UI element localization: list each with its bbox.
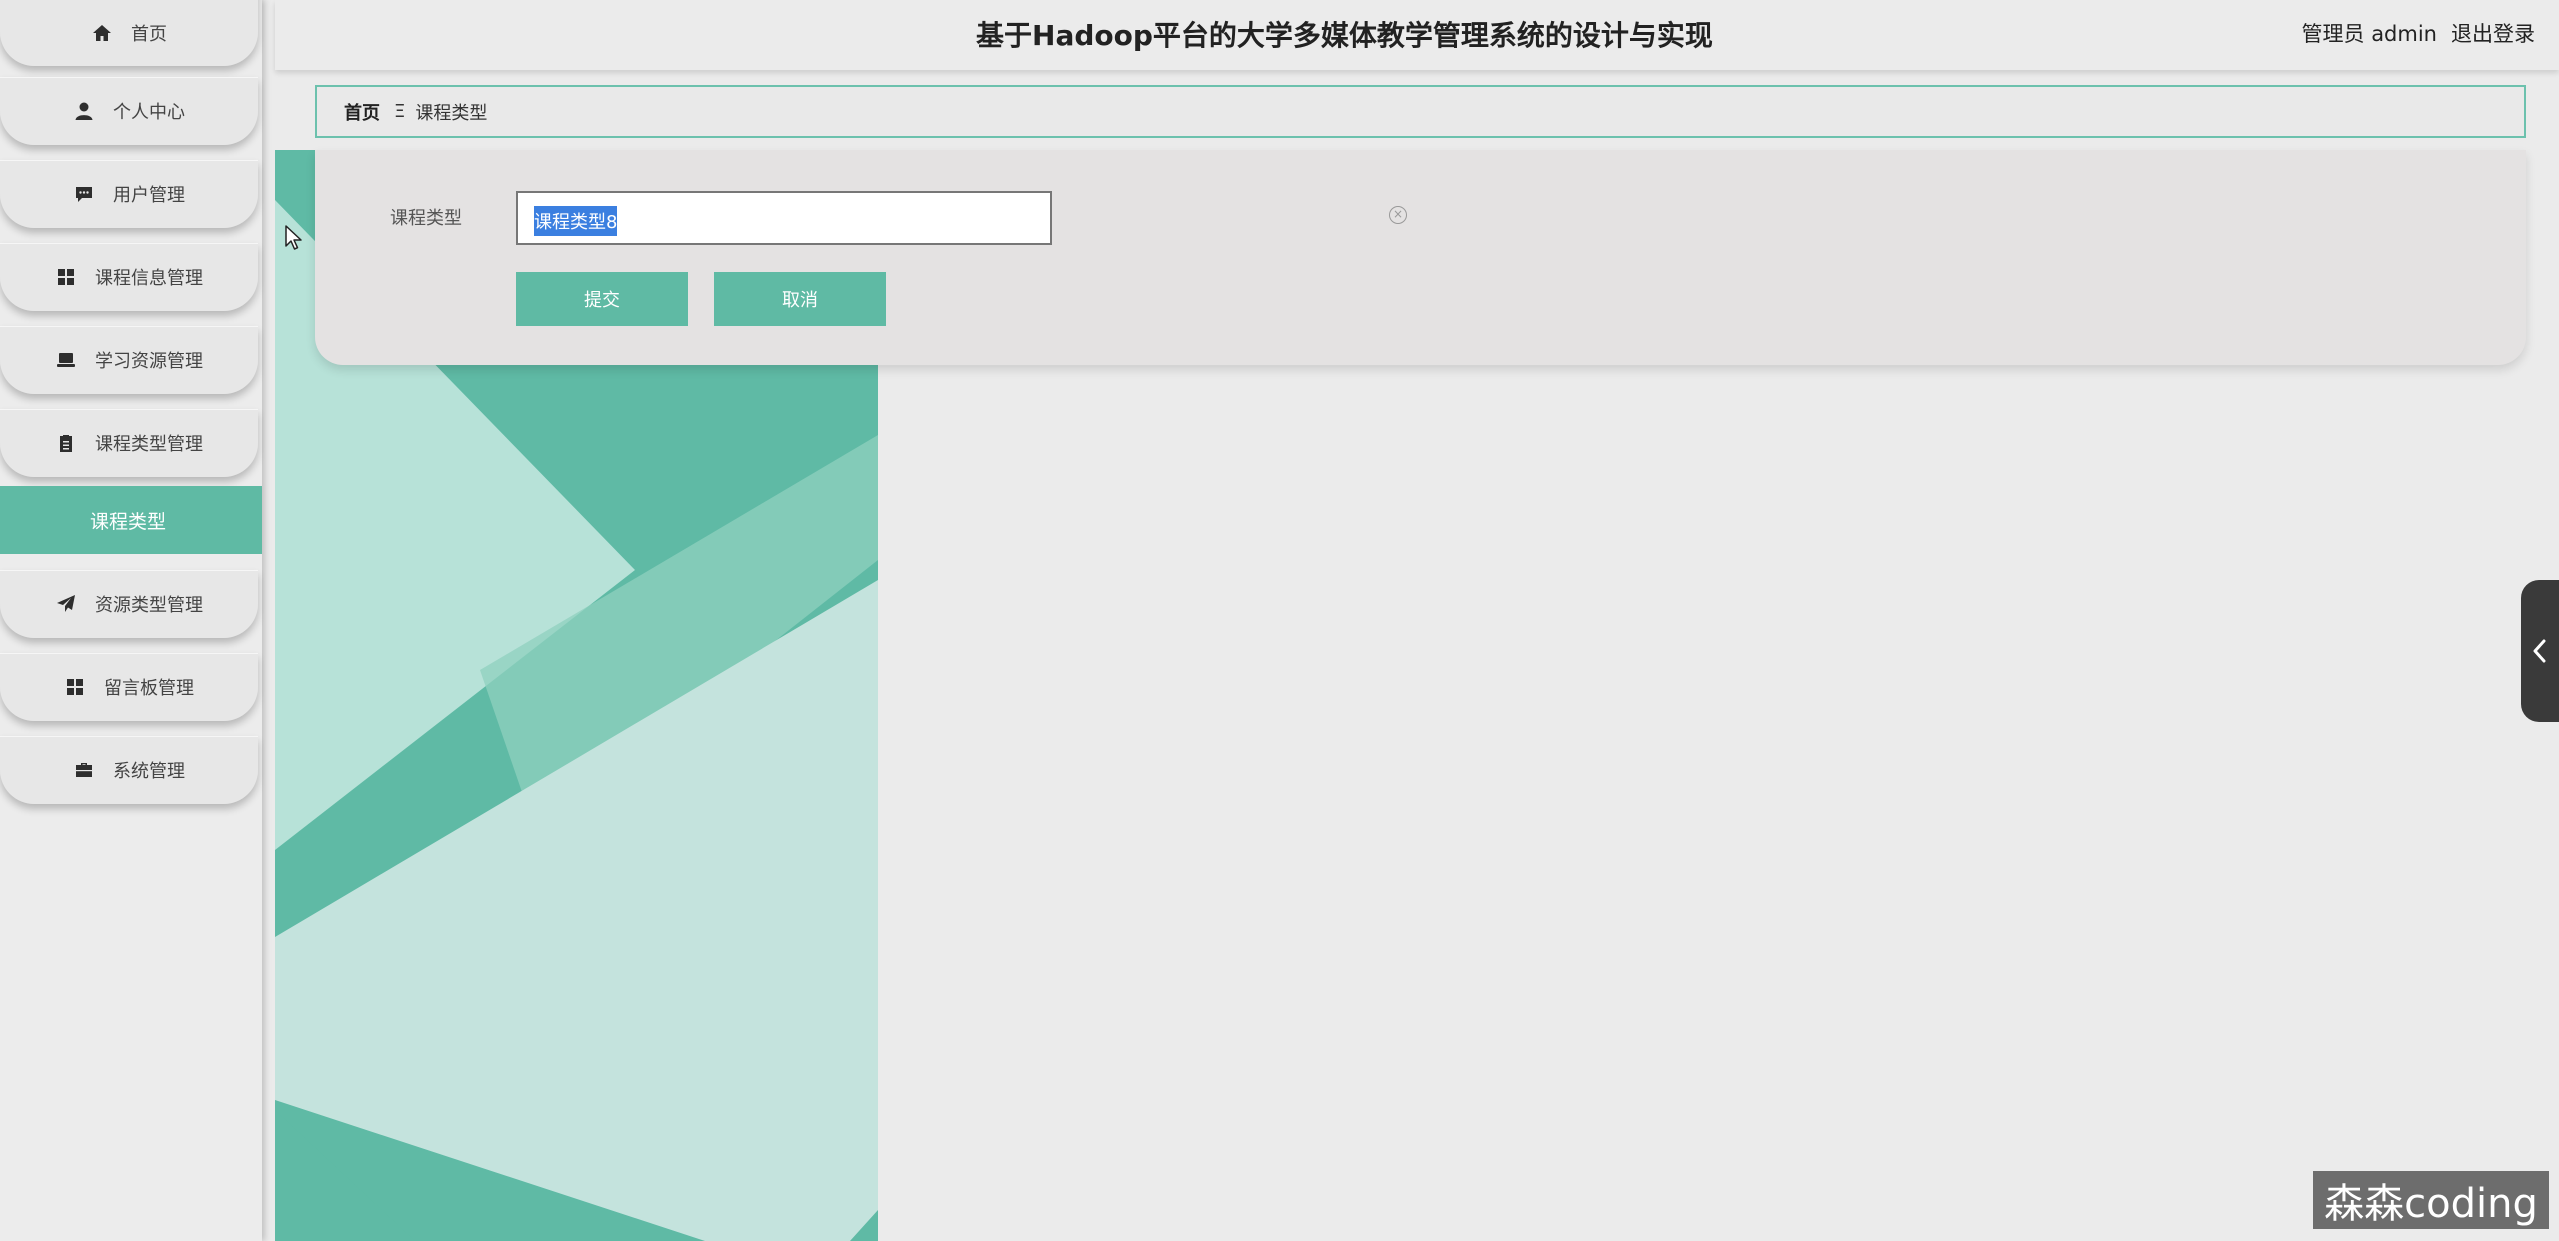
sidebar-item-label: 用户管理 (113, 185, 185, 206)
sidebar-item-label: 课程类型管理 (95, 434, 203, 455)
user-icon (73, 100, 95, 122)
sidebar-subitem-course-type[interactable]: 课程类型 (0, 486, 262, 554)
collapse-panel-tab[interactable] (2521, 580, 2559, 722)
breadcrumb-home[interactable]: 首页 (344, 99, 380, 125)
sidebar-item-label: 学习资源管理 (95, 351, 203, 372)
breadcrumb-current: 课程类型 (415, 102, 488, 124)
course-type-label: 课程类型 (390, 208, 462, 229)
clipboard-icon (55, 432, 77, 454)
sidebar-item-course-info[interactable]: 课程信息管理 (0, 243, 258, 311)
top-header: 基于Hadoop平台的大学多媒体教学管理系统的设计与实现 管理员 admin 退… (275, 0, 2559, 70)
course-type-input[interactable]: 课程类型8 (516, 191, 1052, 245)
sidebar-item-home[interactable]: 首页 (0, 0, 258, 66)
clear-icon[interactable]: × (1389, 206, 1407, 224)
sidebar-item-label: 课程信息管理 (95, 268, 203, 289)
course-type-input-value: 课程类型8 (534, 206, 618, 236)
home-icon (91, 22, 113, 44)
breadcrumb-separator-icon: Ξ (394, 101, 406, 122)
logout-link[interactable]: 退出登录 (2451, 18, 2535, 48)
sidebar-item-label: 资源类型管理 (95, 595, 203, 616)
sidebar-item-label: 个人中心 (113, 102, 185, 123)
sidebar-subitem-label: 课程类型 (89, 510, 166, 533)
sidebar-item-resource-type-management[interactable]: 资源类型管理 (0, 570, 258, 638)
chevron-left-icon (2533, 639, 2546, 663)
grid-icon (55, 266, 77, 288)
user-area: 管理员 admin 退出登录 (2302, 18, 2535, 48)
cancel-button[interactable]: 取消 (714, 272, 886, 326)
watermark: 森森coding (2313, 1171, 2549, 1229)
comment-icon (73, 183, 95, 205)
course-type-form: 课程类型 课程类型8 × 提交 取消 (315, 150, 2526, 365)
briefcase-icon (73, 759, 95, 781)
sidebar: 首页 个人中心 用户管理 课程信息管理 学习资源管理 课程类型管理 课程类型 资… (0, 0, 262, 1241)
sidebar-item-course-type-management[interactable]: 课程类型管理 (0, 409, 258, 477)
mouse-cursor-icon (285, 225, 302, 250)
sidebar-item-system-management[interactable]: 系统管理 (0, 736, 258, 804)
current-user-label: 管理员 admin (2301, 22, 2437, 46)
grid-icon (64, 676, 86, 698)
sidebar-item-label: 留言板管理 (104, 678, 194, 699)
sidebar-item-label: 首页 (131, 24, 167, 45)
sidebar-item-learning-resources[interactable]: 学习资源管理 (0, 326, 258, 394)
laptop-icon (55, 349, 77, 371)
sidebar-item-message-board[interactable]: 留言板管理 (0, 653, 258, 721)
sidebar-item-label: 系统管理 (113, 761, 185, 782)
page-title: 基于Hadoop平台的大学多媒体教学管理系统的设计与实现 (976, 19, 1713, 52)
paper-plane-icon (55, 593, 77, 615)
sidebar-item-user-management[interactable]: 用户管理 (0, 160, 258, 228)
breadcrumb: 首页 Ξ 课程类型 (315, 85, 2526, 138)
submit-button[interactable]: 提交 (516, 272, 688, 326)
sidebar-item-personal-center[interactable]: 个人中心 (0, 77, 258, 145)
